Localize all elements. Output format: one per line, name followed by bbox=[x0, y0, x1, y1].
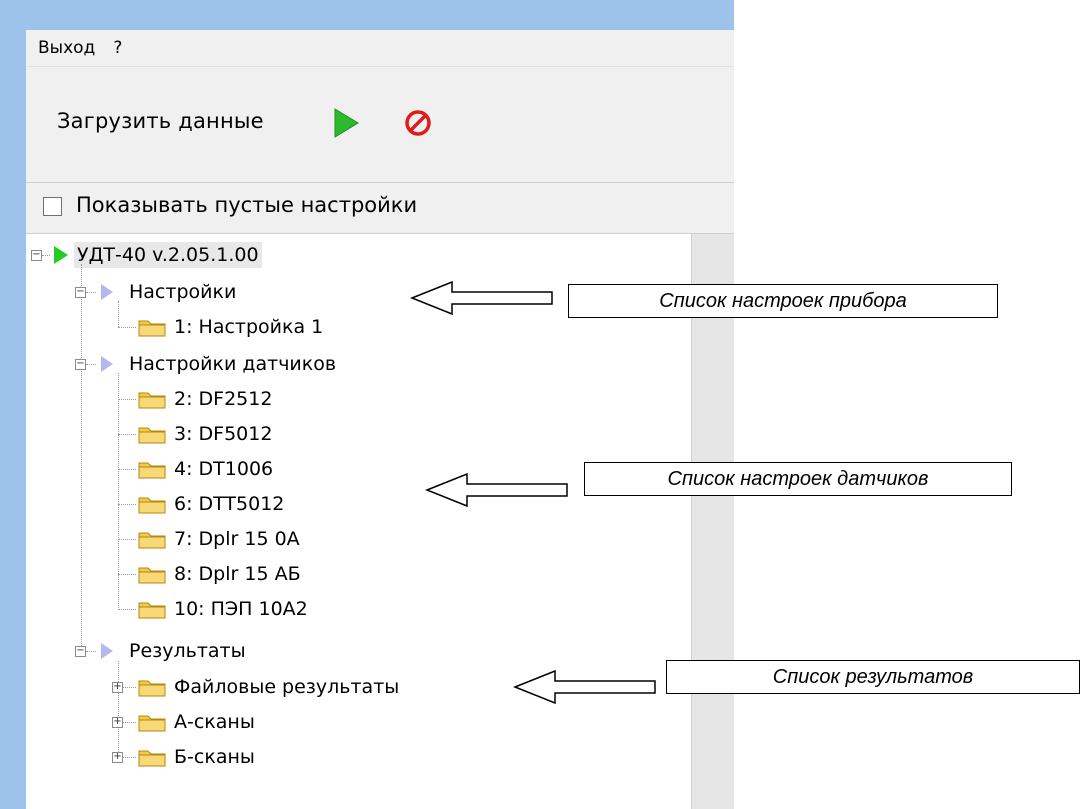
callout-settings: Список настроек прибора bbox=[568, 284, 998, 318]
callout-sensors: Список настроек датчиков bbox=[584, 462, 1012, 496]
settings-item-label: 1: Настройка 1 bbox=[174, 316, 324, 338]
sensor-item-label: 3: DF5012 bbox=[174, 423, 273, 445]
window-title-bar[interactable] bbox=[0, 0, 734, 30]
callout-results: Список результатов bbox=[666, 660, 1080, 694]
tree-node-sensors[interactable]: Настройки датчиков bbox=[98, 349, 339, 379]
folder-icon bbox=[138, 462, 166, 479]
sensor-item-label: 7: Dplr 15 0A bbox=[174, 528, 300, 550]
menu-exit[interactable]: Выход bbox=[26, 30, 104, 66]
folder-icon bbox=[138, 715, 166, 732]
tree-item-b-scans[interactable]: Б-сканы bbox=[137, 742, 258, 772]
collapse-results-button[interactable]: − bbox=[75, 646, 86, 657]
tree-root-label: УДТ-40 v.2.05.1.00 bbox=[74, 242, 262, 268]
expand-file-results-button[interactable]: + bbox=[112, 682, 123, 693]
window-frame bbox=[0, 30, 26, 809]
sensor-item-label: 6: DTT5012 bbox=[174, 493, 285, 515]
folder-icon bbox=[138, 750, 166, 767]
vertical-scrollbar[interactable] bbox=[691, 234, 734, 809]
callout-arrow-results bbox=[513, 669, 656, 705]
callout-arrow-sensors bbox=[425, 472, 568, 508]
menu-bar: Выход ? bbox=[26, 30, 734, 67]
show-empty-checkbox[interactable] bbox=[43, 197, 62, 216]
tree-node-settings[interactable]: Настройки bbox=[98, 277, 239, 307]
tree-item-settings-1[interactable]: 1: Настройка 1 bbox=[137, 312, 326, 342]
root-play-icon bbox=[54, 246, 68, 264]
sensors-label: Настройки датчиков bbox=[129, 353, 337, 375]
menu-help[interactable]: ? bbox=[104, 30, 131, 66]
node-arrow-icon bbox=[101, 643, 113, 659]
result-item-label: Б-сканы bbox=[174, 746, 255, 768]
folder-icon bbox=[138, 497, 166, 514]
tree-item-sensor[interactable]: 2: DF2512 bbox=[137, 384, 275, 414]
tree-item-sensor[interactable]: 3: DF5012 bbox=[137, 419, 275, 449]
tree-item-a-scans[interactable]: А-сканы bbox=[137, 707, 258, 737]
tree-item-sensor[interactable]: 6: DTT5012 bbox=[137, 489, 287, 519]
result-item-label: Файловые результаты bbox=[174, 676, 400, 698]
node-arrow-icon bbox=[101, 284, 113, 300]
results-label: Результаты bbox=[129, 640, 246, 662]
folder-icon bbox=[138, 567, 166, 584]
collapse-sensors-button[interactable]: − bbox=[75, 359, 86, 370]
toolbar: Загрузить данные bbox=[26, 67, 734, 183]
sensor-item-label: 4: DT1006 bbox=[174, 458, 274, 480]
folder-icon bbox=[138, 320, 166, 337]
tree-node-results[interactable]: Результаты bbox=[98, 636, 249, 666]
tree-item-sensor[interactable]: 7: Dplr 15 0A bbox=[137, 524, 303, 554]
folder-icon bbox=[138, 392, 166, 409]
folder-icon bbox=[138, 602, 166, 619]
collapse-settings-button[interactable]: − bbox=[75, 287, 86, 298]
folder-icon bbox=[138, 532, 166, 549]
expand-b-scans-button[interactable]: + bbox=[112, 752, 123, 763]
folder-icon bbox=[138, 680, 166, 697]
tree-item-sensor[interactable]: 8: Dplr 15 АБ bbox=[137, 559, 304, 589]
options-bar: Показывать пустые настройки bbox=[26, 183, 734, 234]
load-data-label: Загрузить данные bbox=[57, 109, 264, 133]
tree-item-sensor[interactable]: 4: DT1006 bbox=[137, 454, 276, 484]
cancel-icon[interactable] bbox=[402, 107, 434, 139]
callout-arrow-settings bbox=[410, 280, 553, 316]
folder-icon bbox=[138, 427, 166, 444]
collapse-root-button[interactable]: − bbox=[31, 250, 42, 261]
sensor-item-label: 2: DF2512 bbox=[174, 388, 273, 410]
play-icon[interactable] bbox=[332, 107, 360, 139]
tree-item-file-results[interactable]: Файловые результаты bbox=[137, 672, 402, 702]
sensor-item-label: 8: Dplr 15 АБ bbox=[174, 563, 301, 585]
tree-view[interactable]: − УДТ-40 v.2.05.1.00 − Настройки 1: Наст… bbox=[26, 234, 734, 809]
tree-item-sensor[interactable]: 10: ПЭП 10А2 bbox=[137, 594, 311, 624]
show-empty-label[interactable]: Показывать пустые настройки bbox=[76, 193, 417, 217]
tree-root-node[interactable]: УДТ-40 v.2.05.1.00 bbox=[52, 240, 262, 270]
expand-a-scans-button[interactable]: + bbox=[112, 717, 123, 728]
sensor-item-label: 10: ПЭП 10А2 bbox=[174, 598, 308, 620]
settings-label: Настройки bbox=[129, 281, 237, 303]
result-item-label: А-сканы bbox=[174, 711, 255, 733]
node-arrow-icon bbox=[101, 356, 113, 372]
